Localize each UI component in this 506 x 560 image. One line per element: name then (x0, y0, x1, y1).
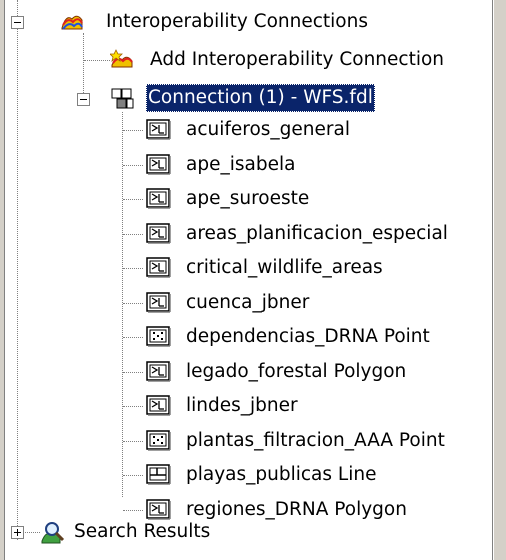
expand-toggle[interactable] (11, 526, 24, 539)
layer-item[interactable]: plantas_filtracion_AAA Point (146, 427, 486, 455)
layer-label: ape_isabela (186, 154, 296, 175)
tree-line (83, 33, 84, 101)
layer-item[interactable]: lindes_jbner (146, 392, 486, 420)
layer-item[interactable]: playas_publicas Line (146, 461, 486, 489)
layer-label: lindes_jbner (186, 395, 298, 416)
tree-item-add-interoperability-connection[interactable]: Add Interoperability Connection (110, 46, 480, 74)
tree-line (123, 475, 143, 476)
tree-item-label: Add Interoperability Connection (150, 49, 445, 70)
tree-item-label: Search Results (74, 521, 211, 542)
layer-label: playas_publicas Line (186, 464, 377, 485)
collapse-toggle[interactable] (77, 93, 90, 106)
tree-line (123, 510, 143, 511)
tree-line (123, 165, 143, 166)
raster-layer-icon (146, 361, 171, 383)
panel-left-frame (0, 0, 5, 560)
layer-label: ape_suroeste (186, 188, 310, 209)
tree-item-search-results[interactable]: Search Results (40, 518, 280, 546)
tree-line (123, 130, 143, 131)
layer-item[interactable]: dependencias_DRNA Point (146, 323, 486, 351)
raster-layer-icon (146, 154, 171, 176)
tree-line (123, 372, 143, 373)
layer-item[interactable]: legado_forestal Polygon (146, 358, 486, 386)
tree-line (123, 199, 143, 200)
layer-item[interactable]: areas_planificacion_especial (146, 220, 486, 248)
layer-item[interactable]: cuenca_jbner (146, 289, 486, 317)
layer-label: areas_planificacion_especial (186, 223, 448, 244)
line-layer-icon (146, 464, 171, 486)
tree-panel: Interoperability Connections Add Interop… (0, 0, 506, 560)
layer-item[interactable]: acuiferos_general (146, 116, 486, 144)
tree-item-label: Interoperability Connections (106, 11, 368, 32)
collapse-toggle[interactable] (11, 16, 24, 29)
tree-line (123, 406, 143, 407)
raster-layer-icon (146, 119, 171, 141)
raster-layer-icon (146, 395, 171, 417)
raster-layer-icon (146, 292, 171, 314)
layer-item[interactable]: ape_isabela (146, 151, 486, 179)
point-layer-icon (146, 326, 171, 348)
tree-line (84, 60, 110, 61)
tree-line (123, 234, 143, 235)
layer-label: legado_forestal Polygon (186, 361, 407, 382)
layer-label: cuenca_jbner (186, 292, 310, 313)
point-layer-icon (146, 430, 171, 452)
tree-line (122, 112, 123, 497)
add-connection-icon (110, 49, 134, 71)
connection-icon (110, 87, 134, 109)
raster-layer-icon (146, 223, 171, 245)
tree-line (123, 303, 143, 304)
search-results-icon (40, 521, 65, 544)
layer-item[interactable]: ape_suroeste (146, 185, 486, 213)
layer-label: plantas_filtracion_AAA Point (186, 430, 445, 451)
tree-item-interoperability-connections[interactable]: Interoperability Connections (60, 8, 380, 36)
tree-line (17, 0, 18, 540)
layer-label: critical_wildlife_areas (186, 257, 383, 278)
tree-line (123, 268, 143, 269)
tree-line (123, 441, 143, 442)
interoperability-icon (60, 11, 84, 33)
tree-item-label: Connection (1) - WFS.fdl (146, 84, 375, 112)
raster-layer-icon (146, 188, 171, 210)
layer-item[interactable]: critical_wildlife_areas (146, 254, 486, 282)
tree-item-connection-wfs[interactable]: Connection (1) - WFS.fdl (110, 84, 430, 112)
tree-line (123, 337, 143, 338)
raster-layer-icon (146, 257, 171, 279)
layer-label: acuiferos_general (186, 119, 350, 140)
panel-right-frame (492, 0, 506, 560)
layer-label: dependencias_DRNA Point (186, 326, 430, 347)
